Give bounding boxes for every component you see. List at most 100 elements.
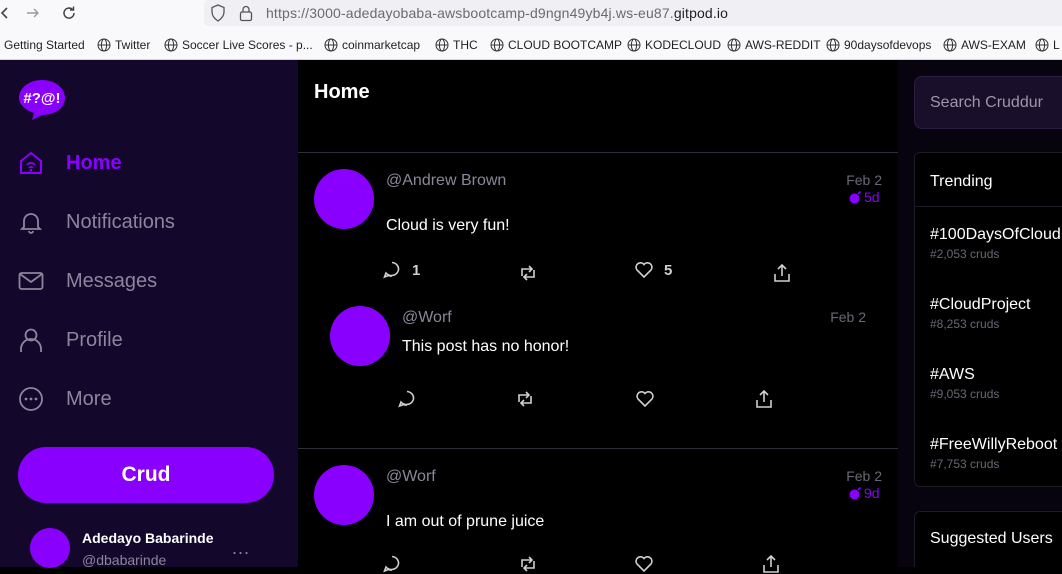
reply-icon	[398, 390, 415, 408]
heart-icon	[635, 262, 653, 279]
repost-button[interactable]	[518, 554, 538, 574]
post-date: Feb 2	[846, 172, 882, 188]
trend-count: #9,053 cruds	[930, 387, 1000, 401]
bookmark-aws-reddit[interactable]: AWS-REDDIT	[727, 38, 821, 52]
bookmark-label: Getting Started	[4, 38, 85, 52]
divider	[298, 448, 898, 449]
logo-text: #?@!	[23, 90, 60, 107]
cruddur-logo[interactable]: #?@!	[18, 78, 66, 122]
expires-label: 5d	[864, 189, 880, 205]
post-message: I am out of prune juice	[386, 513, 545, 530]
person-icon	[18, 327, 44, 353]
url-text[interactable]: https://3000-adedayobaba-awsbootcamp-d9n…	[266, 5, 728, 21]
globe-icon	[97, 38, 111, 52]
bookmark-twitter[interactable]: Twitter	[97, 38, 150, 52]
bomb-icon	[849, 486, 862, 499]
reload-icon	[63, 6, 75, 19]
sidebar-item-more[interactable]: More	[18, 379, 278, 419]
page-title: Home	[314, 81, 370, 103]
right-column: Trending #100DaysOfCloud #2,053 cruds #C…	[898, 60, 1062, 567]
repost-button[interactable]	[518, 263, 538, 283]
profile-name: Adedayo Babarinde	[82, 530, 214, 546]
profile-more-button[interactable]: ...	[232, 538, 250, 559]
sidebar-item-messages[interactable]: Messages	[18, 261, 278, 301]
home-feed: Home @Andrew Brown Feb 2 5d Cloud is ver…	[298, 60, 898, 573]
home-icon	[18, 150, 44, 176]
globe-icon	[943, 38, 957, 52]
bookmark-thc[interactable]: THC	[435, 38, 478, 52]
trend-count: #2,053 cruds	[930, 247, 1000, 261]
repost-icon	[518, 391, 532, 407]
post-handle[interactable]: @Worf	[386, 468, 436, 486]
share-button[interactable]	[754, 389, 774, 409]
post-handle[interactable]: @Worf	[402, 309, 452, 327]
globe-icon	[164, 38, 178, 52]
share-button[interactable]	[761, 554, 781, 574]
back-button[interactable]	[0, 2, 16, 24]
forward-button[interactable]	[22, 2, 44, 24]
heart-icon	[635, 556, 653, 573]
shield-icon[interactable]	[210, 4, 226, 22]
share-icon	[774, 263, 790, 282]
bookmark-getting-started[interactable]: Getting Started	[4, 38, 85, 52]
globe-icon	[435, 38, 449, 52]
bookmark-coinmarketcap[interactable]: coinmarketcap	[324, 38, 420, 52]
bookmark-label: KODECLOUD	[645, 38, 722, 52]
expires-badge: 9d	[849, 485, 880, 501]
bookmark-label: 90daysofdevops	[844, 38, 932, 52]
trend-tag[interactable]: #AWS	[930, 366, 975, 384]
back-arrow-icon	[0, 7, 8, 19]
bomb-icon	[849, 190, 862, 203]
bookmark-label: THC	[453, 38, 478, 52]
post-message: This post has no honor!	[402, 338, 570, 355]
bookmark-l[interactable]: L	[1035, 38, 1060, 52]
reply-count: 1	[412, 261, 421, 279]
bookmark-soccer[interactable]: Soccer Live Scores - p...	[164, 38, 313, 52]
bookmark-aws-exam[interactable]: AWS-EXAM	[943, 38, 1026, 52]
search-input[interactable]	[914, 76, 1062, 129]
bookmark-cloud-bootcamp[interactable]: CLOUD BOOTCAMP	[490, 38, 622, 52]
browser-toolbar: https://3000-adedayobaba-awsbootcamp-d9n…	[0, 0, 1062, 60]
sidebar-item-profile[interactable]: Profile	[18, 320, 278, 360]
trend-count: #7,753 cruds	[930, 457, 1000, 471]
crud-button[interactable]: Crud	[18, 447, 274, 503]
sidebar-item-label: Messages	[66, 269, 158, 292]
like-button[interactable]	[635, 389, 655, 409]
mail-icon	[18, 268, 44, 294]
trend-tag[interactable]: #CloudProject	[930, 296, 1031, 314]
profile-handle: @dbabarinde	[82, 552, 167, 568]
repost-button[interactable]	[515, 389, 535, 409]
lock-icon[interactable]	[238, 4, 254, 22]
share-icon	[756, 389, 772, 408]
like-button[interactable]: 5	[634, 260, 672, 280]
sidebar-item-label: Profile	[66, 328, 123, 351]
avatar[interactable]	[314, 465, 374, 525]
trend-tag[interactable]: #100DaysOfCloud	[930, 226, 1061, 244]
avatar[interactable]	[330, 306, 390, 366]
post-handle[interactable]: @Andrew Brown	[386, 172, 506, 190]
navigation-row: https://3000-adedayobaba-awsbootcamp-d9n…	[0, 0, 1062, 27]
repost-icon	[521, 556, 535, 572]
trend-tag[interactable]: #FreeWillyReboot	[930, 436, 1057, 454]
share-button[interactable]	[772, 263, 792, 283]
bookmark-label: Twitter	[115, 38, 151, 52]
reply-icon	[383, 261, 400, 279]
reply-button[interactable]	[382, 554, 402, 574]
globe-icon	[826, 38, 840, 52]
sidebar-item-notifications[interactable]: Notifications	[18, 202, 278, 242]
bookmark-90daysofdevops[interactable]: 90daysofdevops	[826, 38, 931, 52]
sidebar-item-label: Notifications	[66, 210, 175, 233]
like-button[interactable]	[634, 554, 654, 574]
reply-button[interactable]	[397, 389, 417, 409]
reload-button[interactable]	[58, 2, 80, 24]
post-message: Cloud is very fun!	[386, 217, 510, 234]
bookmark-kodecloud[interactable]: KODECLOUD	[627, 38, 721, 52]
sidebar-item-home[interactable]: Home	[18, 143, 278, 183]
more-circle-icon	[18, 386, 44, 412]
bookmark-label: AWS-REDDIT	[745, 38, 821, 52]
avatar[interactable]	[30, 528, 70, 568]
trend-count: #8,253 cruds	[930, 317, 1000, 331]
post-date: Feb 2	[830, 309, 866, 325]
avatar[interactable]	[314, 169, 374, 229]
reply-button[interactable]: 1	[382, 260, 420, 280]
